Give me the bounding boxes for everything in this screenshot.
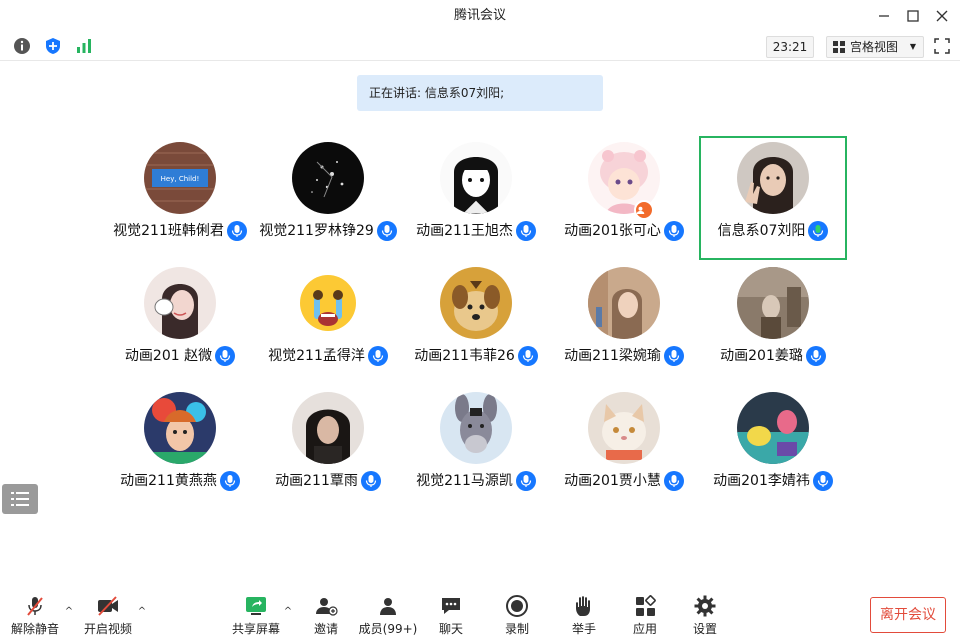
members-icon (376, 594, 400, 618)
svg-text:Hey, Child!: Hey, Child! (161, 175, 200, 183)
shield-icon[interactable] (43, 36, 63, 56)
speaking-text: 正在讲话: 信息系07刘阳; (369, 86, 505, 100)
avatar (588, 267, 660, 339)
participant-tile[interactable]: 动画211覃雨 (254, 386, 402, 510)
participant-tile[interactable]: 动画211梁婉瑜 (550, 261, 698, 385)
apps-icon (633, 594, 657, 618)
mic-icon (360, 471, 381, 491)
leave-meeting-button[interactable]: 离开会议 (870, 597, 946, 633)
avatar (292, 142, 364, 214)
share-options-chevron-icon[interactable]: ^ (282, 606, 294, 618)
avatar (440, 142, 512, 214)
host-badge-icon (634, 200, 654, 220)
mic-icon (805, 346, 826, 366)
participant-tile[interactable]: 动画201贾小慧 (550, 386, 698, 510)
unmute-button[interactable]: 解除静音 (11, 592, 59, 636)
participant-name: 动画211韦菲26 (414, 348, 515, 364)
avatar (737, 267, 809, 339)
add-user-icon (314, 594, 338, 618)
title-bar: 腾讯会议 (0, 0, 960, 32)
chat-button[interactable]: 聊天 (431, 592, 471, 636)
participant-tile[interactable]: 动画201姜璐 (699, 261, 847, 385)
avatar (737, 142, 809, 214)
fullscreen-icon[interactable] (932, 36, 952, 56)
window-title: 腾讯会议 (453, 8, 506, 23)
avatar (292, 267, 364, 339)
participant-name-row: 动画201李婧祎 (679, 470, 867, 492)
minimize-icon[interactable] (874, 6, 894, 26)
start-video-button[interactable]: 开启视频 (84, 592, 132, 636)
view-mode-dropdown[interactable]: 宫格视图 ▼ (826, 36, 924, 58)
hand-icon (572, 594, 596, 618)
mic-icon (812, 471, 833, 491)
grid-view-icon (833, 41, 845, 53)
participant-name: 视觉211马源凯 (416, 473, 513, 489)
chat-icon (439, 594, 463, 618)
participant-name: 动画201 赵微 (124, 348, 213, 364)
info-icon[interactable] (12, 36, 32, 56)
participant-name: 动画211黄燕燕 (120, 473, 217, 489)
participant-name: 视觉211孟得洋 (268, 348, 365, 364)
start-video-label: 开启视频 (83, 622, 132, 636)
participant-name: 动画211王旭杰 (416, 223, 513, 239)
meeting-clock: 23:21 (766, 36, 814, 58)
participant-tile[interactable]: 动画211韦菲26 (402, 261, 550, 385)
settings-label: 设置 (692, 622, 717, 636)
participant-tile[interactable]: 动画201李婧祎 (699, 386, 847, 510)
participant-name: 动画211梁婉瑜 (564, 348, 661, 364)
participant-tile[interactable]: Hey, Child! 视觉211班韩俐君 (106, 136, 254, 260)
apps-button[interactable]: 应用 (625, 592, 665, 636)
avatar: Hey, Child! (144, 142, 216, 214)
participant-name-row: 动画201姜璐 (679, 345, 867, 367)
avatar (144, 392, 216, 464)
participant-name: 动画201李婧祎 (713, 473, 810, 489)
participant-name: 动画201姜璐 (720, 348, 803, 364)
mic-speaking-icon (808, 221, 829, 241)
avatar (588, 392, 660, 464)
audio-options-chevron-icon[interactable]: ^ (63, 606, 75, 618)
participant-name: 动画201张可心 (564, 223, 661, 239)
avatar (440, 267, 512, 339)
participant-tile[interactable]: 视觉211罗林铮29 (254, 136, 402, 260)
maximize-icon[interactable] (903, 6, 923, 26)
participant-name-row: 信息系07刘阳 (681, 220, 865, 242)
share-screen-button[interactable]: 共享屏幕 (232, 592, 280, 636)
record-button[interactable]: 录制 (497, 592, 537, 636)
participant-name: 动画211覃雨 (275, 473, 358, 489)
muted-mic-icon (23, 594, 47, 618)
participant-tile[interactable]: 动画211黄燕燕 (106, 386, 254, 510)
share-screen-icon (244, 594, 268, 618)
avatar (440, 392, 512, 464)
speaking-banner: 正在讲话: 信息系07刘阳; (357, 75, 603, 111)
participant-tile[interactable]: 视觉211孟得洋 (254, 261, 402, 385)
participant-tile[interactable]: 动画201 赵微 (106, 261, 254, 385)
meeting-toolbar (0, 32, 960, 61)
participant-name: 信息系07刘阳 (717, 223, 806, 239)
participant-tile-active[interactable]: 信息系07刘阳 (699, 136, 847, 260)
gear-icon (693, 594, 717, 618)
participant-name: 动画201贾小慧 (564, 473, 661, 489)
participant-name: 视觉211罗林铮29 (259, 223, 374, 239)
avatar (144, 267, 216, 339)
view-mode-label: 宫格视图 (850, 40, 899, 54)
list-toggle-icon[interactable] (2, 484, 38, 514)
video-options-chevron-icon[interactable]: ^ (136, 606, 148, 618)
participant-tile[interactable]: 视觉211马源凯 (402, 386, 550, 510)
members-button[interactable]: 成员(99+) (359, 592, 417, 636)
mic-icon (215, 346, 236, 366)
chevron-down-icon: ▼ (909, 42, 916, 51)
participant-tile[interactable]: 动画201张可心 (550, 136, 698, 260)
signal-icon[interactable] (74, 36, 94, 56)
participant-tile[interactable]: 动画211王旭杰 (402, 136, 550, 260)
participant-name: 视觉211班韩俐君 (113, 223, 224, 239)
record-icon (505, 594, 529, 618)
avatar (737, 392, 809, 464)
settings-button[interactable]: 设置 (685, 592, 725, 636)
raise-hand-button[interactable]: 举手 (564, 592, 604, 636)
video-off-icon (96, 594, 120, 618)
avatar (292, 392, 364, 464)
close-icon[interactable] (932, 6, 952, 26)
invite-button[interactable]: 邀请 (306, 592, 346, 636)
